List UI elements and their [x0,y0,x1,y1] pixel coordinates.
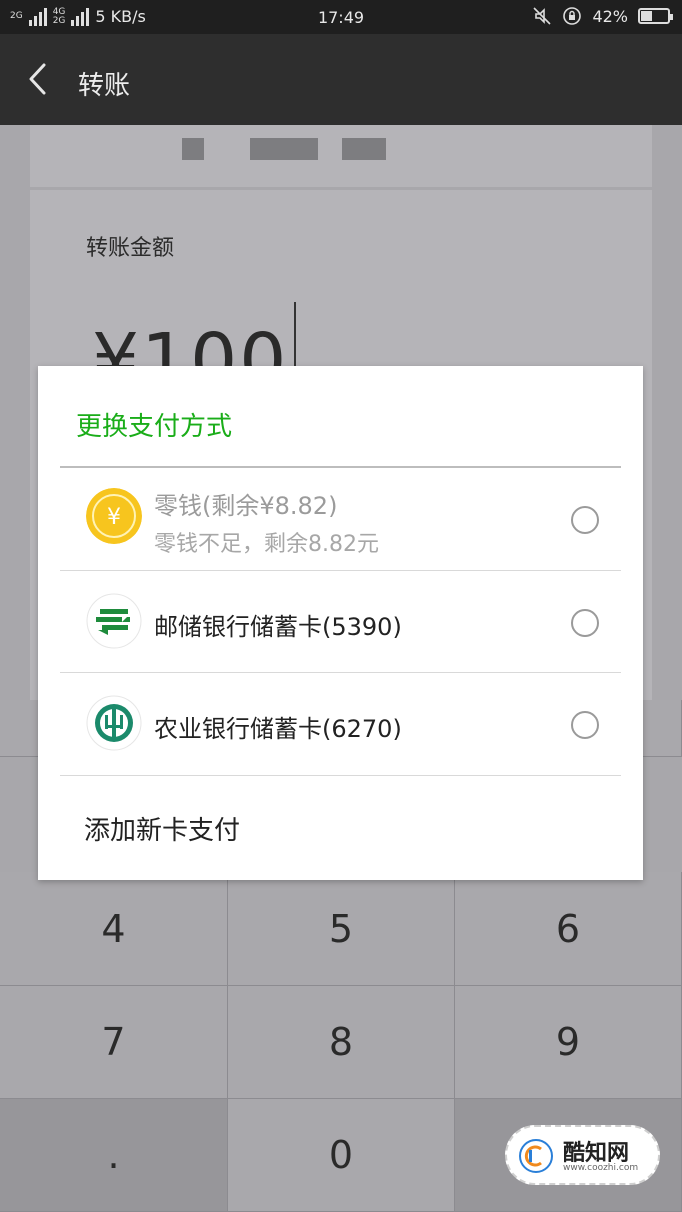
divider [60,775,621,776]
mute-icon [533,7,552,25]
masked-recipient-name [342,138,386,160]
sheet-title: 更换支付方式 [76,412,233,442]
key-label: 6 [555,906,581,951]
key-8[interactable]: 8 [228,986,455,1099]
key-9[interactable]: 9 [455,986,682,1099]
option-title: 零钱(剩余¥8.82) [154,492,338,520]
masked-recipient-name [182,138,204,160]
status-bar: 2G 4G 2G 5 KB/s 17:49 42% [0,0,682,34]
agricultural-bank-logo-icon [86,695,142,751]
svg-text:¥: ¥ [107,505,121,530]
option-title: 邮储银行储蓄卡(5390) [154,613,402,641]
radio-button [571,506,599,534]
amount-label: 转账金额 [86,236,175,261]
key-label: 9 [555,1020,581,1064]
key-6[interactable]: 6 [455,872,682,986]
key-7[interactable]: 7 [0,986,228,1099]
payment-option-change: ¥ 零钱(剩余¥8.82) 零钱不足，剩余8.82元 [38,468,643,568]
watermark-url: www.coozhi.com [563,1163,639,1173]
key-dot[interactable]: . [0,1099,228,1212]
postal-bank-logo-icon [86,593,142,649]
key-label: 5 [328,906,354,951]
payment-option-agricultural-bank[interactable]: 农业银行储蓄卡(6270) [38,673,643,775]
page-title: 转账 [78,71,131,101]
key-5[interactable]: 5 [228,872,455,986]
app-bar: 转账 [0,34,682,125]
key-label: 8 [328,1020,354,1064]
key-label: 0 [328,1133,354,1177]
watermark: 酷知网 www.coozhi.com [505,1125,660,1185]
coozhi-logo-icon [519,1139,553,1173]
option-title: 农业银行储蓄卡(6270) [154,715,402,743]
key-4[interactable]: 4 [0,872,228,986]
radio-button[interactable] [571,711,599,739]
yuan-coin-icon: ¥ [86,488,142,544]
payment-method-sheet: 更换支付方式 ¥ 零钱(剩余¥8.82) 零钱不足，剩余8.82元 邮储银行储蓄… [38,366,643,880]
recipient-card [30,125,652,187]
option-subtitle: 零钱不足，剩余8.82元 [154,532,379,557]
payment-option-postal-bank[interactable]: 邮储银行储蓄卡(5390) [38,571,643,673]
add-new-card-button[interactable]: 添加新卡支付 [84,810,240,847]
rotation-lock-icon [563,7,582,25]
masked-recipient-name [250,138,318,160]
key-label: . [107,1133,120,1177]
radio-button[interactable] [571,609,599,637]
battery-fill [641,11,652,21]
key-label: 7 [101,1020,126,1064]
key-0[interactable]: 0 [228,1099,455,1212]
back-arrow-icon[interactable] [26,62,48,96]
status-right: 42% [532,6,673,26]
battery-icon [638,8,673,24]
battery-percent: 42% [592,6,628,26]
key-label: 4 [101,906,126,951]
